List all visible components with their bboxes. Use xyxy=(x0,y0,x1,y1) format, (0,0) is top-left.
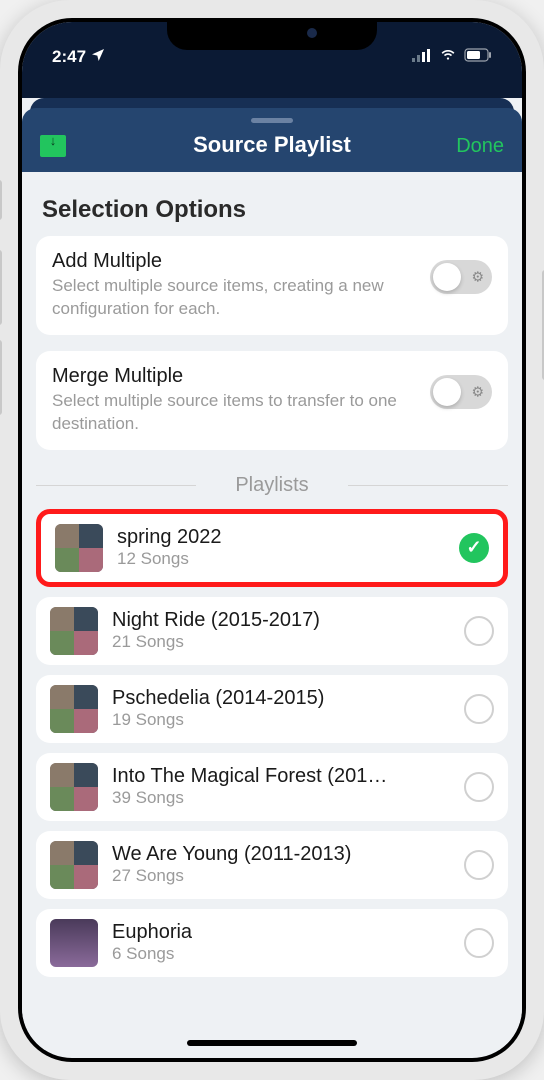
add-multiple-toggle[interactable]: ⚙ xyxy=(430,260,492,294)
playlist-row[interactable]: Into The Magical Forest (201…39 Songs xyxy=(36,753,508,821)
playlist-row[interactable]: Euphoria6 Songs xyxy=(36,909,508,977)
playlist-row[interactable]: Night Ride (2015-2017)21 Songs xyxy=(36,597,508,665)
playlist-name: We Are Young (2011-2013) xyxy=(112,843,450,866)
playlist-row[interactable]: We Are Young (2011-2013)27 Songs xyxy=(36,831,508,899)
screen: 2:47 xyxy=(22,22,522,1058)
playlist-artwork xyxy=(50,763,98,811)
selection-options-title: Selection Options xyxy=(42,196,502,224)
playlists-divider-label: Playlists xyxy=(36,474,508,497)
checkmark-filled-icon[interactable]: ✓ xyxy=(459,533,489,563)
content-area: Selection Options Add Multiple Select mu… xyxy=(22,172,522,1050)
location-arrow-icon xyxy=(90,47,106,68)
playlist-name: Night Ride (2015-2017) xyxy=(112,609,450,632)
toggle-knob xyxy=(433,263,461,291)
playlist-subtitle: 27 Songs xyxy=(112,866,450,886)
checkmark-empty-icon[interactable] xyxy=(464,928,494,958)
playlist-name: Into The Magical Forest (201… xyxy=(112,765,450,788)
playlist-artwork xyxy=(55,524,103,572)
merge-multiple-card: Merge Multiple Select multiple source it… xyxy=(36,351,508,450)
status-right xyxy=(412,47,492,67)
add-multiple-title: Add Multiple xyxy=(52,250,420,273)
playlist-info: Night Ride (2015-2017)21 Songs xyxy=(112,609,450,652)
playlist-info: Pschedelia (2014-2015)19 Songs xyxy=(112,687,450,730)
notch xyxy=(167,18,377,50)
toggle-knob xyxy=(433,378,461,406)
merge-multiple-text: Merge Multiple Select multiple source it… xyxy=(52,365,430,436)
wifi-icon xyxy=(438,47,458,67)
playlist-info: Euphoria6 Songs xyxy=(112,921,450,964)
volume-down xyxy=(0,340,2,415)
merge-multiple-title: Merge Multiple xyxy=(52,365,420,388)
playlist-name: Euphoria xyxy=(112,921,450,944)
playlist-artwork xyxy=(50,685,98,733)
status-time: 2:47 xyxy=(52,47,86,67)
playlist-info: Into The Magical Forest (201…39 Songs xyxy=(112,765,450,808)
playlist-name: Pschedelia (2014-2015) xyxy=(112,687,450,710)
page-title: Source Playlist xyxy=(193,132,351,158)
checkmark-empty-icon[interactable] xyxy=(464,694,494,724)
phone-frame: 2:47 xyxy=(0,0,544,1080)
add-multiple-card: Add Multiple Select multiple source item… xyxy=(36,236,508,335)
cellular-signal-icon xyxy=(412,47,432,67)
playlist-list: spring 202212 Songs ✓ Night Ride (2015-201… xyxy=(36,509,508,977)
modal-backdrop-top xyxy=(22,78,522,98)
playlist-row[interactable]: spring 202212 Songs ✓ xyxy=(36,509,508,587)
battery-icon xyxy=(464,47,492,67)
playlist-name: spring 2022 xyxy=(117,526,445,549)
status-left: 2:47 xyxy=(52,47,106,68)
playlist-artwork xyxy=(50,841,98,889)
playlist-subtitle: 39 Songs xyxy=(112,788,450,808)
playlist-info: spring 202212 Songs xyxy=(117,526,445,569)
playlist-artwork xyxy=(50,607,98,655)
gear-icon: ⚙ xyxy=(471,383,484,400)
playlist-subtitle: 12 Songs xyxy=(117,549,445,569)
playlist-subtitle: 6 Songs xyxy=(112,944,450,964)
gear-icon: ⚙ xyxy=(471,269,484,286)
checkmark-empty-icon[interactable] xyxy=(464,850,494,880)
playlist-artwork xyxy=(50,919,98,967)
checkmark-empty-icon[interactable] xyxy=(464,772,494,802)
nav-bar: Source Playlist Done xyxy=(22,108,522,172)
playlist-subtitle: 19 Songs xyxy=(112,710,450,730)
home-indicator[interactable] xyxy=(187,1040,357,1046)
playlist-info: We Are Young (2011-2013)27 Songs xyxy=(112,843,450,886)
checkmark-empty-icon[interactable] xyxy=(464,616,494,646)
sheet-grabber[interactable] xyxy=(251,118,293,123)
merge-multiple-toggle[interactable]: ⚙ xyxy=(430,375,492,409)
playlist-row[interactable]: Pschedelia (2014-2015)19 Songs xyxy=(36,675,508,743)
download-icon[interactable] xyxy=(40,135,66,157)
done-button[interactable]: Done xyxy=(456,135,504,158)
add-multiple-desc: Select multiple source items, creating a… xyxy=(52,275,420,321)
merge-multiple-desc: Select multiple source items to transfer… xyxy=(52,390,420,436)
phone-bezel: 2:47 xyxy=(18,18,526,1062)
playlist-subtitle: 21 Songs xyxy=(112,632,450,652)
silence-switch xyxy=(0,180,2,220)
volume-up xyxy=(0,250,2,325)
add-multiple-text: Add Multiple Select multiple source item… xyxy=(52,250,430,321)
camera-dot xyxy=(307,28,317,38)
